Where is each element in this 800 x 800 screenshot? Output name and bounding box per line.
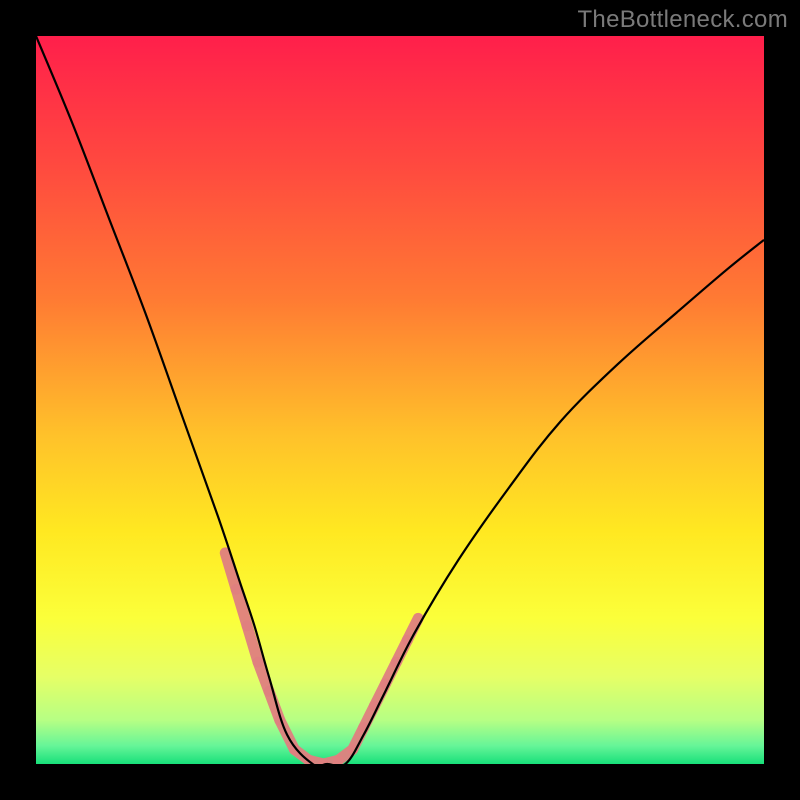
highlight-segment [236, 589, 247, 625]
curve-layer [36, 36, 764, 764]
watermark-text: TheBottleneck.com [577, 6, 788, 34]
highlight-segment [225, 553, 236, 589]
plot-area [36, 36, 764, 764]
chart-frame: TheBottleneck.com [0, 0, 800, 800]
highlight-markers [225, 553, 418, 764]
